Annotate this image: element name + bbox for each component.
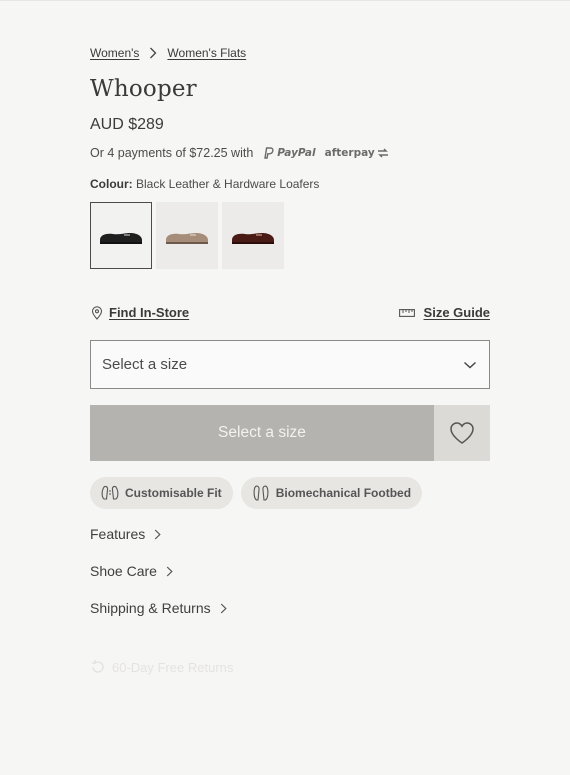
returns-icon [92,660,104,673]
paypal-logo[interactable]: PayPal [263,147,316,159]
top-divider [0,0,570,1]
product-title: Whooper [90,76,197,102]
size-guide-label: Size Guide [423,305,490,320]
chevron-right-icon [166,566,173,576]
wishlist-button[interactable] [434,405,490,461]
accordion-shoe-care-label: Shoe Care [90,563,157,579]
store-size-links: Find In-Store Size Guide [90,305,490,320]
breadcrumb-womens-flats[interactable]: Women's Flats [167,46,246,60]
afterpay-arrows-icon [377,148,388,158]
product-price: AUD $289 [90,116,164,133]
swatch-black[interactable] [90,202,152,269]
swatch-burgundy[interactable] [222,202,284,269]
loafer-taupe-image [166,232,208,244]
footbed-icon [253,485,269,501]
add-to-cart-button[interactable]: Select a size [90,405,434,461]
colour-value: Black Leather & Hardware Loafers [136,177,320,191]
accordion-shoe-care[interactable]: Shoe Care [90,563,173,579]
colour-swatches [90,202,288,269]
afterpay-label: afterpay [324,147,375,159]
accordion-shipping-returns[interactable]: Shipping & Returns [90,600,227,616]
find-in-store-label: Find In-Store [109,305,190,320]
customisable-fit-icon [101,485,119,500]
colour-row: Colour: Black Leather & Hardware Loafers [90,177,319,191]
chip-biomechanical-footbed-label: Biomechanical Footbed [275,486,412,500]
feature-chips: Customisable Fit Biomechanical Footbed [90,477,430,509]
chip-biomechanical-footbed: Biomechanical Footbed [240,477,423,509]
breadcrumb-womens[interactable]: Women's [90,46,139,60]
loafer-black-image [100,232,142,244]
chevron-right-icon [155,529,161,539]
free-returns-note: 60-Day Free Returns [90,659,233,675]
chip-customisable-fit-label: Customisable Fit [125,486,222,500]
swatch-taupe[interactable] [156,202,218,269]
paypal-icon [264,147,274,159]
size-guide-link[interactable]: Size Guide [398,305,490,320]
breadcrumb: Women's Women's Flats [90,46,246,60]
installments-text: Or 4 payments of $72.25 with [90,146,254,160]
free-returns-label: 60-Day Free Returns [112,659,234,675]
location-pin-icon [91,305,103,320]
chevron-down-icon [464,361,476,368]
paypal-label: PayPal [277,147,316,159]
afterpay-logo[interactable]: afterpay [325,147,390,159]
size-select[interactable]: Select a size [90,340,490,389]
accordion-shipping-returns-label: Shipping & Returns [90,600,211,616]
heart-icon [450,422,474,444]
chip-customisable-fit: Customisable Fit [90,477,233,509]
installments-row: Or 4 payments of $72.25 with PayPal afte… [90,146,390,160]
find-in-store-link[interactable]: Find In-Store [90,305,189,320]
accordion-features[interactable]: Features [90,526,161,542]
ruler-icon [398,308,415,317]
colour-label: Colour: [90,177,133,191]
cta-row: Select a size [90,405,490,461]
chevron-right-icon [220,603,227,613]
size-select-value: Select a size [102,356,188,373]
loafer-burgundy-image [232,232,274,244]
accordion-features-label: Features [90,526,146,542]
chevron-right-icon [139,47,167,59]
